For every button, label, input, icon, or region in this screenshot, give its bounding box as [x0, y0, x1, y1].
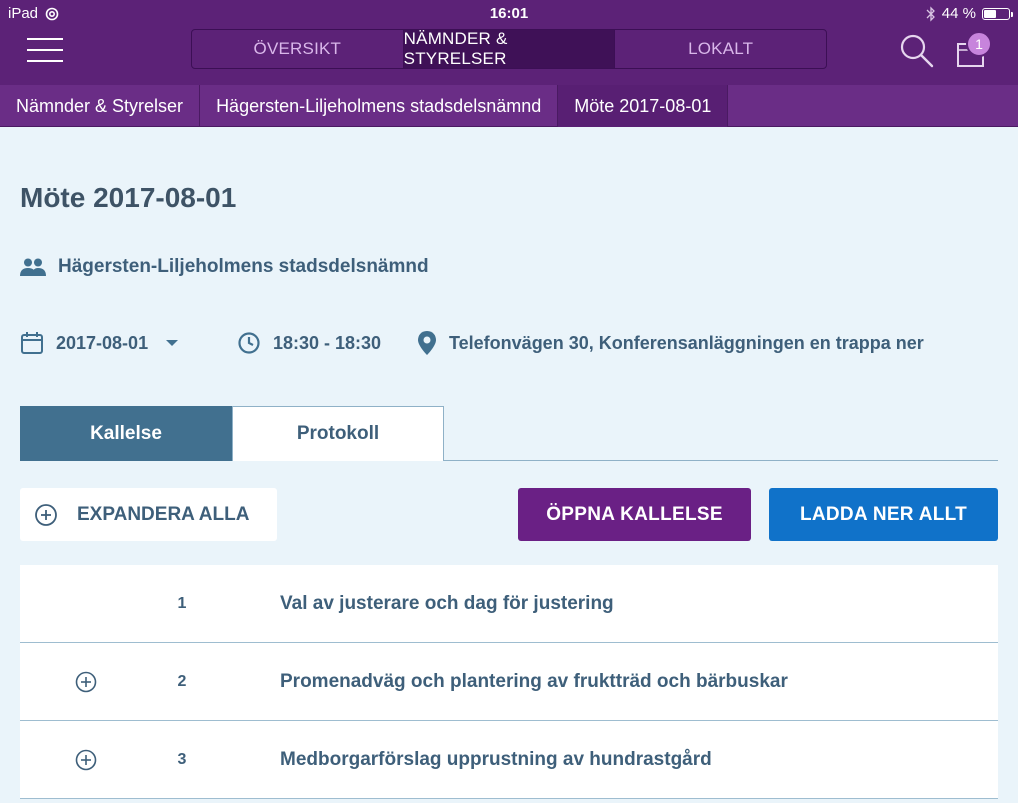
agenda-item[interactable]: 2 Promenadväg och plantering av fruktträ… [20, 643, 998, 721]
meeting-time: 18:30 - 18:30 [273, 332, 382, 353]
meeting-location: Telefonvägen 30, Konferensanläggningen e… [449, 332, 924, 353]
open-notice-button[interactable]: ÖPPNA KALLELSE [518, 488, 751, 541]
calendar-icon [21, 332, 43, 354]
location-pin-icon [418, 331, 436, 355]
date-selector[interactable]: 2017-08-01 [20, 328, 184, 358]
agenda-item-title[interactable]: Promenadväg och plantering av fruktträd … [280, 643, 788, 721]
status-bar: iPad 16:01 44 % [0, 0, 1018, 28]
time-info: 18:30 - 18:30 [237, 328, 381, 358]
segment-oversikt[interactable]: ÖVERSIKT [192, 30, 403, 68]
agenda-item-number: 3 [177, 751, 187, 768]
battery-icon [982, 7, 1013, 20]
bluetooth-icon [926, 5, 935, 22]
download-all-button[interactable]: LADDA NER ALLT [769, 488, 998, 541]
document-tabs: Kallelse Protokoll [20, 406, 998, 461]
menu-button[interactable] [27, 38, 63, 62]
agenda-item-title[interactable]: Val av justerare och dag för justering [280, 565, 614, 643]
clock-icon [238, 332, 260, 354]
location-info: Telefonvägen 30, Konferensanläggningen e… [417, 328, 924, 358]
meeting-date: 2017-08-01 [56, 332, 149, 353]
caret-down-icon [166, 340, 179, 346]
agenda-item-number: 1 [177, 595, 187, 612]
breadcrumb-item-namnder[interactable]: Nämnder & Styrelser [0, 85, 201, 127]
organization-name: Hägersten-Liljeholmens stadsdelsnämnd [58, 256, 429, 277]
status-right: 44 % [926, 5, 1013, 22]
segment-namnder-styrelser[interactable]: NÄMNDER & STYRELSER [402, 30, 616, 68]
people-icon [20, 258, 46, 276]
agenda-list: 1 Val av justerare och dag för justering… [20, 565, 998, 799]
section-switcher: ÖVERSIKT NÄMNDER & STYRELSER LOKALT [191, 29, 827, 69]
expand-all-label: EXPANDERA ALLA [77, 503, 250, 525]
expand-item-icon[interactable] [75, 671, 97, 693]
segment-lokalt[interactable]: LOKALT [615, 30, 826, 68]
breadcrumb: Nämnder & Styrelser Hägersten-Liljeholme… [0, 85, 1018, 127]
search-icon[interactable] [899, 33, 935, 69]
breadcrumb-item-mote[interactable]: Möte 2017-08-01 [558, 85, 729, 127]
expand-all-button[interactable]: EXPANDERA ALLA [20, 488, 277, 541]
breadcrumb-item-stadsdelsnamnd[interactable]: Hägersten-Liljeholmens stadsdelsnämnd [200, 85, 559, 127]
tab-kallelse[interactable]: Kallelse [20, 406, 232, 461]
page-title: Möte 2017-08-01 [20, 182, 237, 213]
basket-count-badge: 1 [966, 31, 992, 57]
expand-item-icon[interactable] [75, 749, 97, 771]
agenda-item[interactable]: 1 Val av justerare och dag för justering [20, 565, 998, 643]
meeting-meta: 2017-08-01 18:30 - 18:30 Telefonvägen 30… [20, 328, 1000, 358]
status-time: 16:01 [489, 5, 529, 22]
agenda-item-title[interactable]: Medborgarförslag upprustning av hundrast… [280, 721, 712, 799]
battery-percent: 44 % [941, 5, 976, 22]
agenda-item[interactable]: 3 Medborgarförslag upprustning av hundra… [20, 721, 998, 799]
agenda-item-number: 2 [177, 673, 187, 690]
plus-circle-icon [35, 503, 57, 526]
organization-info: Hägersten-Liljeholmens stadsdelsnämnd [20, 256, 429, 278]
tab-protokoll[interactable]: Protokoll [232, 406, 444, 461]
top-bar: iPad 16:01 44 % ÖVERSIKT NÄMNDER & STYRE… [0, 0, 1018, 85]
